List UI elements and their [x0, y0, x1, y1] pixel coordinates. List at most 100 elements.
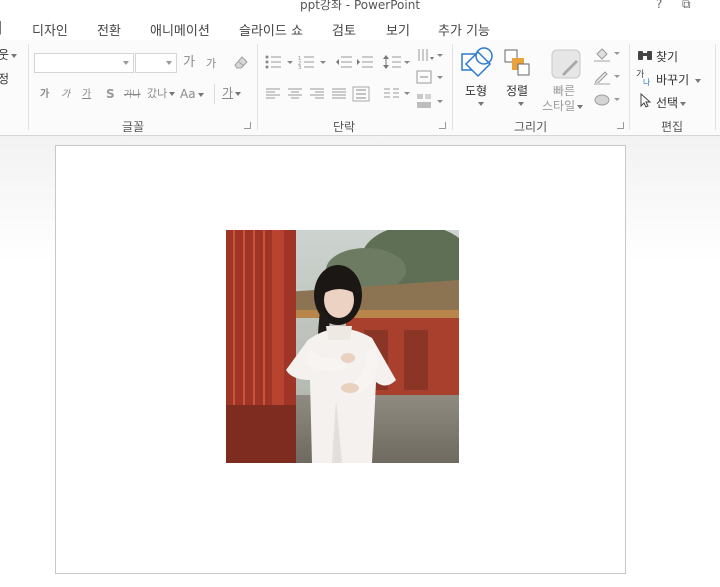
- svg-text:3: 3: [298, 65, 301, 69]
- group-divider: [257, 44, 258, 130]
- shapes-button[interactable]: 도형: [465, 82, 487, 99]
- group-divider: [452, 44, 453, 130]
- decrease-indent-button[interactable]: [335, 55, 353, 72]
- distributed-button[interactable]: [352, 86, 370, 105]
- chevron-down-icon: [577, 104, 584, 109]
- chevron-down-icon: [11, 53, 18, 58]
- line-spacing-icon: [383, 55, 410, 69]
- increase-indent-button[interactable]: [356, 55, 374, 72]
- help-icon[interactable]: ?: [656, 0, 662, 11]
- align-left-icon: [266, 88, 280, 99]
- align-right-button[interactable]: [309, 88, 325, 103]
- change-case-button[interactable]: Aa: [180, 87, 204, 101]
- find-button[interactable]: 찾기: [656, 48, 678, 65]
- chevron-down-icon: [680, 101, 687, 106]
- shape-effects-icon: [594, 94, 620, 106]
- ribbon-display-options-icon[interactable]: ⧉: [682, 0, 691, 12]
- chevron-down-icon: [197, 92, 204, 97]
- align-text-button[interactable]: [416, 69, 444, 88]
- cursor-arrow-icon: [640, 92, 652, 111]
- chevron-down-icon[interactable]: [518, 102, 524, 106]
- character-spacing-button[interactable]: 갔나: [147, 87, 176, 101]
- arrange-button[interactable]: 정렬: [506, 82, 528, 99]
- font-name-combo[interactable]: [34, 53, 134, 73]
- tab-review[interactable]: 검토: [332, 20, 356, 39]
- pencil-icon: [594, 71, 620, 85]
- quick-styles-button[interactable]: 스타일: [542, 97, 584, 114]
- text-shadow-button[interactable]: S: [106, 87, 115, 101]
- align-center-button[interactable]: [287, 88, 303, 103]
- text-direction-button[interactable]: [416, 47, 444, 66]
- clear-formatting-button[interactable]: [232, 54, 250, 73]
- numbered-list-icon: 123: [298, 56, 326, 71]
- font-color-label: 가: [222, 86, 234, 100]
- replace-button[interactable]: 바꾸기: [656, 71, 702, 88]
- drawing-group-label: 그리기: [514, 120, 548, 134]
- tab-add-ins[interactable]: 추가 기능: [438, 20, 490, 39]
- quick-styles-label-2: 스타일: [542, 99, 576, 113]
- shrink-font-button[interactable]: 가: [206, 57, 216, 71]
- svg-text:나: 나: [643, 78, 651, 86]
- paragraph-dialog-launcher-icon[interactable]: [439, 122, 446, 129]
- quick-styles-icon[interactable]: [550, 48, 582, 83]
- ribbon: 웃 정 가 가 가 가 가 S 가나 갔나 Aa 가 글꼴 123 단락 도형 …: [0, 40, 720, 136]
- slide-photo[interactable]: [226, 230, 459, 463]
- paragraph-group-label: 단락: [333, 120, 356, 134]
- font-size-combo[interactable]: [135, 53, 177, 73]
- shape-fill-button[interactable]: [593, 46, 623, 65]
- chevron-down-icon[interactable]: [123, 61, 129, 65]
- font-dialog-launcher-icon[interactable]: [244, 122, 251, 129]
- align-text-icon: [416, 70, 443, 84]
- group-divider: [715, 44, 716, 130]
- font-color-button[interactable]: 가: [222, 86, 242, 100]
- grow-font-button[interactable]: 가: [183, 56, 195, 70]
- chevron-down-icon: [235, 91, 242, 96]
- tab-design[interactable]: 디자인: [32, 20, 68, 39]
- columns-icon: [384, 88, 410, 98]
- strikethrough-button[interactable]: 가나: [124, 88, 141, 102]
- font-group-label: 글꼴: [122, 120, 145, 134]
- numbering-button[interactable]: 123: [298, 55, 328, 72]
- replace-label: 바꾸기: [656, 73, 690, 87]
- bullets-button[interactable]: [265, 55, 295, 72]
- paint-bucket-icon: [594, 48, 620, 62]
- italic-button[interactable]: 가: [61, 88, 70, 102]
- shapes-icon[interactable]: [460, 46, 494, 83]
- tab-view[interactable]: 보기: [386, 20, 410, 39]
- align-right-icon: [310, 88, 324, 99]
- arrange-icon[interactable]: [503, 48, 531, 81]
- group-divider: [629, 44, 630, 130]
- photo-image: [226, 230, 459, 463]
- line-spacing-button[interactable]: [383, 54, 411, 73]
- tab-animations[interactable]: 애니메이션: [150, 20, 210, 39]
- eraser-icon: [234, 56, 248, 69]
- ribbon-tabs: | 디자인 전환 애니메이션 슬라이드 쇼 검토 보기 추가 기능: [0, 14, 720, 40]
- justify-button[interactable]: [331, 88, 347, 103]
- chevron-down-icon[interactable]: [478, 102, 484, 106]
- drawing-dialog-launcher-icon[interactable]: [617, 122, 624, 129]
- columns-button[interactable]: [383, 88, 411, 103]
- underline-button[interactable]: 가: [82, 88, 91, 102]
- change-case-label: Aa: [180, 87, 196, 101]
- bold-button[interactable]: 가: [40, 88, 49, 102]
- layout-button[interactable]: 웃: [0, 46, 18, 63]
- select-button[interactable]: 선택: [656, 94, 687, 111]
- shape-outline-button[interactable]: [593, 69, 623, 88]
- text-direction-icon: [418, 49, 443, 61]
- reset-button[interactable]: 정: [0, 70, 9, 87]
- tab-slide-show[interactable]: 슬라이드 쇼: [239, 20, 303, 39]
- smartart-icon: [417, 94, 443, 108]
- increase-indent-icon: [357, 56, 373, 68]
- align-center-icon: [288, 88, 302, 99]
- tab-transitions[interactable]: 전환: [97, 20, 121, 39]
- layout-label-fragment: 웃: [0, 48, 10, 62]
- smartart-button[interactable]: [416, 93, 444, 112]
- decrease-indent-icon: [336, 56, 352, 68]
- chevron-down-icon: [169, 92, 176, 96]
- window-title: ppt강좌 - PowerPoint: [299, 0, 421, 12]
- shape-effects-button[interactable]: [593, 92, 623, 111]
- chevron-down-icon[interactable]: [166, 61, 172, 65]
- align-left-button[interactable]: [265, 88, 281, 103]
- tab-partial[interactable]: |: [0, 20, 2, 35]
- char-spacing-label: 갔나: [147, 87, 168, 100]
